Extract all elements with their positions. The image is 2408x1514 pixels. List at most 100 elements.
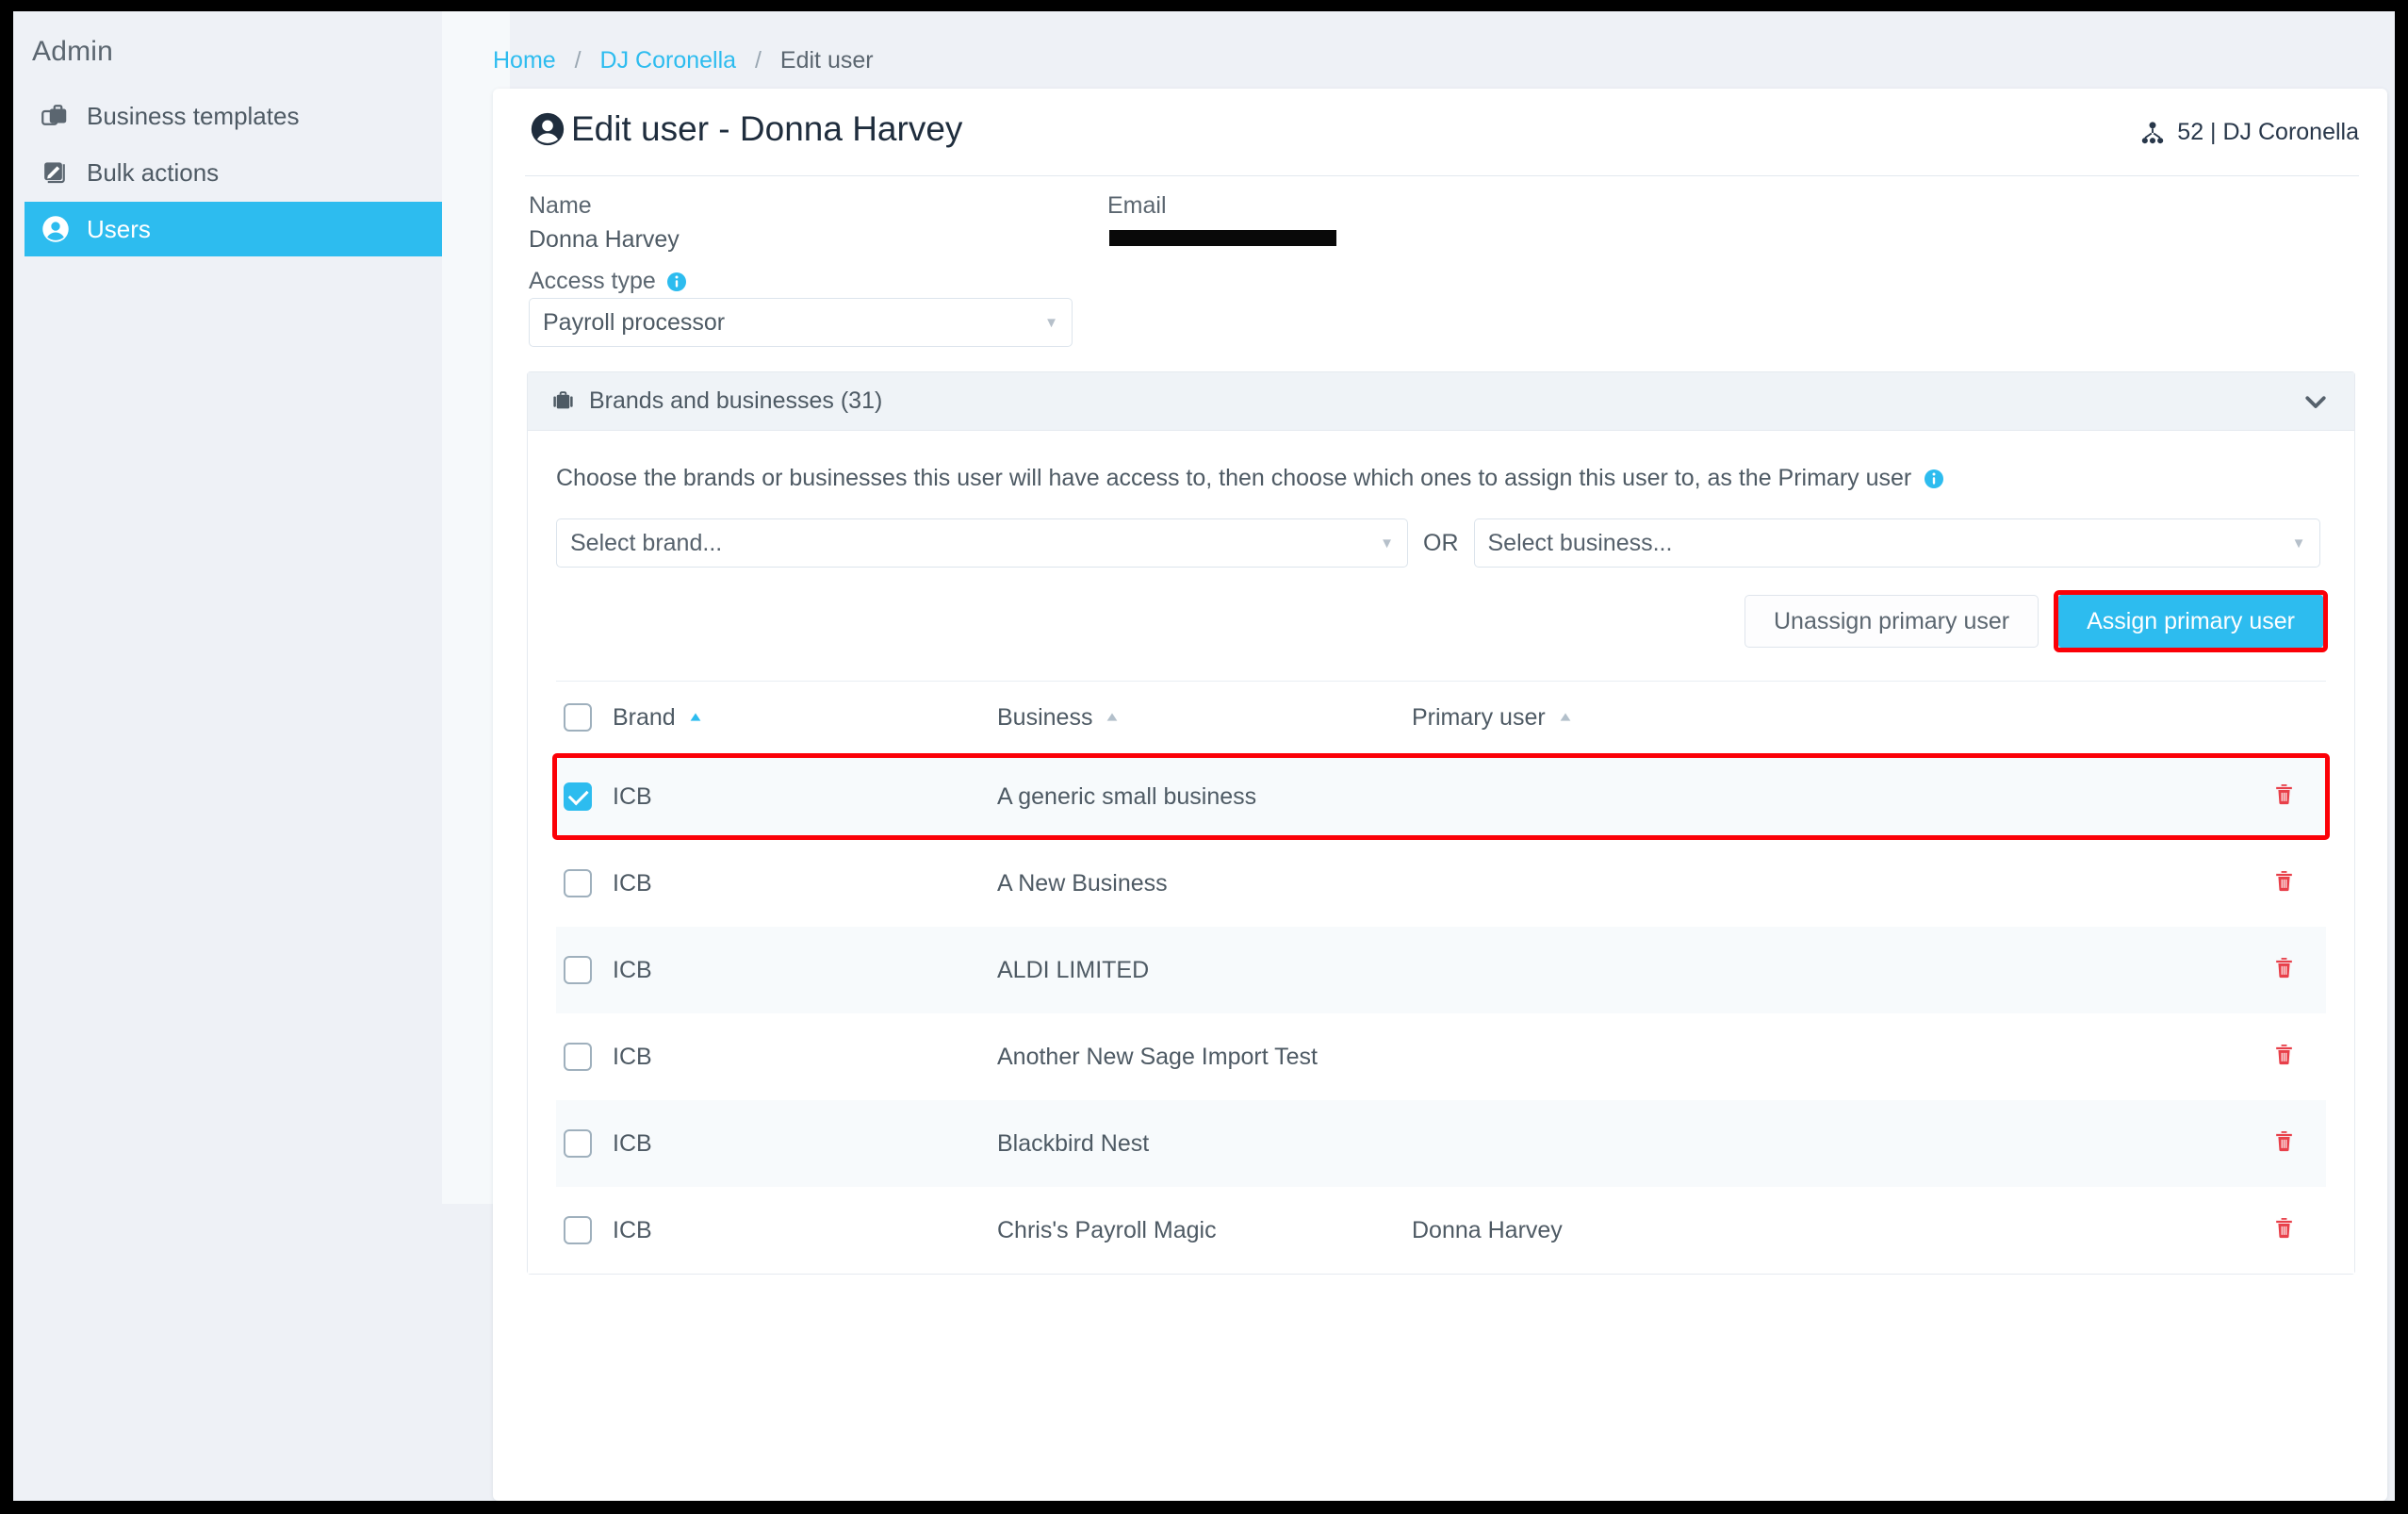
trash-icon[interactable] (2271, 782, 2297, 812)
email-value-redacted (1109, 230, 1336, 246)
row-select-cell (556, 869, 613, 897)
accordion-header[interactable]: Brands and businesses (31) (528, 372, 2354, 431)
trash-icon[interactable] (2271, 868, 2297, 898)
sidebar-item-label: Bulk actions (87, 157, 220, 187)
helper-text-content: Choose the brands or businesses this use… (556, 465, 1912, 491)
sidebar-item-label: Business templates (87, 101, 300, 130)
helper-text: Choose the brands or businesses this use… (556, 465, 2354, 492)
accordion-body: Choose the brands or businesses this use… (528, 465, 2354, 1274)
brand-count-badge: 52 | DJ Coronella (2139, 119, 2359, 146)
column-header-primary-user-label: Primary user (1412, 703, 1546, 731)
sidebar-title: Admin (32, 36, 114, 67)
table-row[interactable]: ICB A generic small business (552, 753, 2330, 840)
assign-primary-user-highlight: Assign primary user (2054, 590, 2328, 652)
page-title-text: Edit user - Donna Harvey (571, 109, 963, 148)
row-delete-cell (2241, 782, 2326, 812)
column-header-business[interactable]: Business (997, 704, 1412, 732)
main-content: Home / DJ Coronella / Edit user Edit use… (442, 11, 2395, 1501)
table-row[interactable]: ICB A New Business (556, 840, 2326, 927)
sidebar-item-users[interactable]: Users (25, 202, 442, 256)
column-header-brand-label: Brand (613, 703, 676, 731)
brands-and-businesses-accordion: Brands and businesses (31) Choose the br… (527, 371, 2355, 1275)
breadcrumb-separator: / (574, 47, 582, 74)
row-delete-cell (2241, 955, 2326, 985)
table-row[interactable]: ICB Chris's Payroll Magic Donna Harvey (556, 1187, 2326, 1274)
row-delete-cell (2241, 1042, 2326, 1072)
table-row[interactable]: ICB ALDI LIMITED (556, 927, 2326, 1013)
sidebar-item-business-templates[interactable]: Business templates (25, 89, 442, 143)
trash-icon[interactable] (2271, 955, 2297, 985)
or-label: OR (1423, 529, 1459, 556)
row-checkbox[interactable] (564, 869, 592, 897)
row-brand: ICB (613, 869, 652, 897)
table-row[interactable]: ICB Another New Sage Import Test (556, 1013, 2326, 1100)
access-type-label-text: Access type (529, 268, 656, 294)
column-header-primary-user[interactable]: Primary user (1412, 704, 2241, 732)
row-checkbox[interactable] (564, 1129, 592, 1158)
row-checkbox[interactable] (564, 956, 592, 984)
sort-ascending-icon[interactable] (1557, 709, 1574, 726)
card-header: Edit user - Donna Harvey 52 | DJ Coronel… (493, 89, 2387, 176)
info-icon[interactable] (665, 271, 688, 293)
sort-ascending-icon[interactable] (1104, 709, 1121, 726)
row-business: A New Business (997, 869, 1168, 897)
row-select-cell (556, 782, 613, 811)
edit-square-icon (40, 156, 72, 189)
row-business: Another New Sage Import Test (997, 1043, 1318, 1070)
org-hierarchy-icon (2139, 120, 2166, 146)
chevron-down-icon: ▼ (2291, 535, 2306, 551)
edit-user-card: Edit user - Donna Harvey 52 | DJ Coronel… (493, 89, 2387, 1501)
select-business-dropdown[interactable]: Select business... ▼ (1473, 518, 2320, 568)
briefcase-icon (550, 388, 576, 414)
select-all-cell (556, 703, 613, 732)
row-brand: ICB (613, 782, 652, 810)
row-select-cell (556, 1216, 613, 1244)
select-all-checkbox[interactable] (564, 703, 592, 732)
row-brand: ICB (613, 956, 652, 983)
page-title: Edit user - Donna Harvey (529, 109, 962, 149)
access-type-select[interactable]: Payroll processor ▼ (529, 298, 1073, 347)
row-delete-cell (2241, 1215, 2326, 1245)
briefcase-copy-icon (40, 100, 72, 132)
user-circle-icon (529, 110, 566, 148)
breadcrumb-current: Edit user (779, 47, 874, 74)
chevron-down-icon: ▼ (1380, 535, 1394, 551)
table-row[interactable]: ICB Blackbird Nest (556, 1100, 2326, 1187)
chevron-down-icon: ▼ (1044, 314, 1058, 331)
row-business: Chris's Payroll Magic (997, 1216, 1217, 1243)
row-brand: ICB (613, 1043, 652, 1070)
name-value: Donna Harvey (529, 226, 680, 253)
row-primary-user: Donna Harvey (1412, 1216, 1563, 1243)
info-icon[interactable] (1923, 468, 1945, 490)
breadcrumb-home[interactable]: Home (493, 47, 556, 74)
sidebar-item-label: Users (87, 214, 151, 243)
trash-icon[interactable] (2271, 1128, 2297, 1159)
sort-ascending-icon[interactable] (687, 709, 704, 726)
sidebar-item-bulk-actions[interactable]: Bulk actions (25, 145, 442, 200)
chevron-down-icon[interactable] (2302, 387, 2330, 416)
sidebar: Admin Business templates Bulk actions Us… (13, 11, 442, 1501)
row-checkbox[interactable] (564, 1216, 592, 1244)
column-header-brand[interactable]: Brand (613, 704, 997, 732)
trash-icon[interactable] (2271, 1215, 2297, 1245)
row-business: ALDI LIMITED (997, 956, 1150, 983)
row-brand: ICB (613, 1216, 652, 1243)
trash-icon[interactable] (2271, 1042, 2297, 1072)
user-circle-icon (40, 213, 72, 245)
row-select-cell (556, 1129, 613, 1158)
assign-primary-user-button[interactable]: Assign primary user (2058, 595, 2323, 648)
breadcrumb-client[interactable]: DJ Coronella (600, 47, 737, 74)
app-window: Admin Business templates Bulk actions Us… (13, 11, 2395, 1501)
select-brand-dropdown[interactable]: Select brand... ▼ (556, 518, 1408, 568)
brands-table: Brand Business Primary user ICB A generi… (552, 681, 2330, 1274)
header-divider (525, 175, 2359, 176)
table-header-row: Brand Business Primary user (556, 682, 2326, 753)
row-business: Blackbird Nest (997, 1129, 1150, 1157)
row-checkbox[interactable] (564, 1043, 592, 1071)
brand-count-text: 52 | DJ Coronella (2177, 119, 2359, 145)
row-checkbox[interactable] (564, 782, 592, 811)
unassign-primary-user-button[interactable]: Unassign primary user (1745, 595, 2039, 648)
row-select-cell (556, 1043, 613, 1071)
row-select-cell (556, 956, 613, 984)
access-type-label: Access type (529, 268, 688, 295)
